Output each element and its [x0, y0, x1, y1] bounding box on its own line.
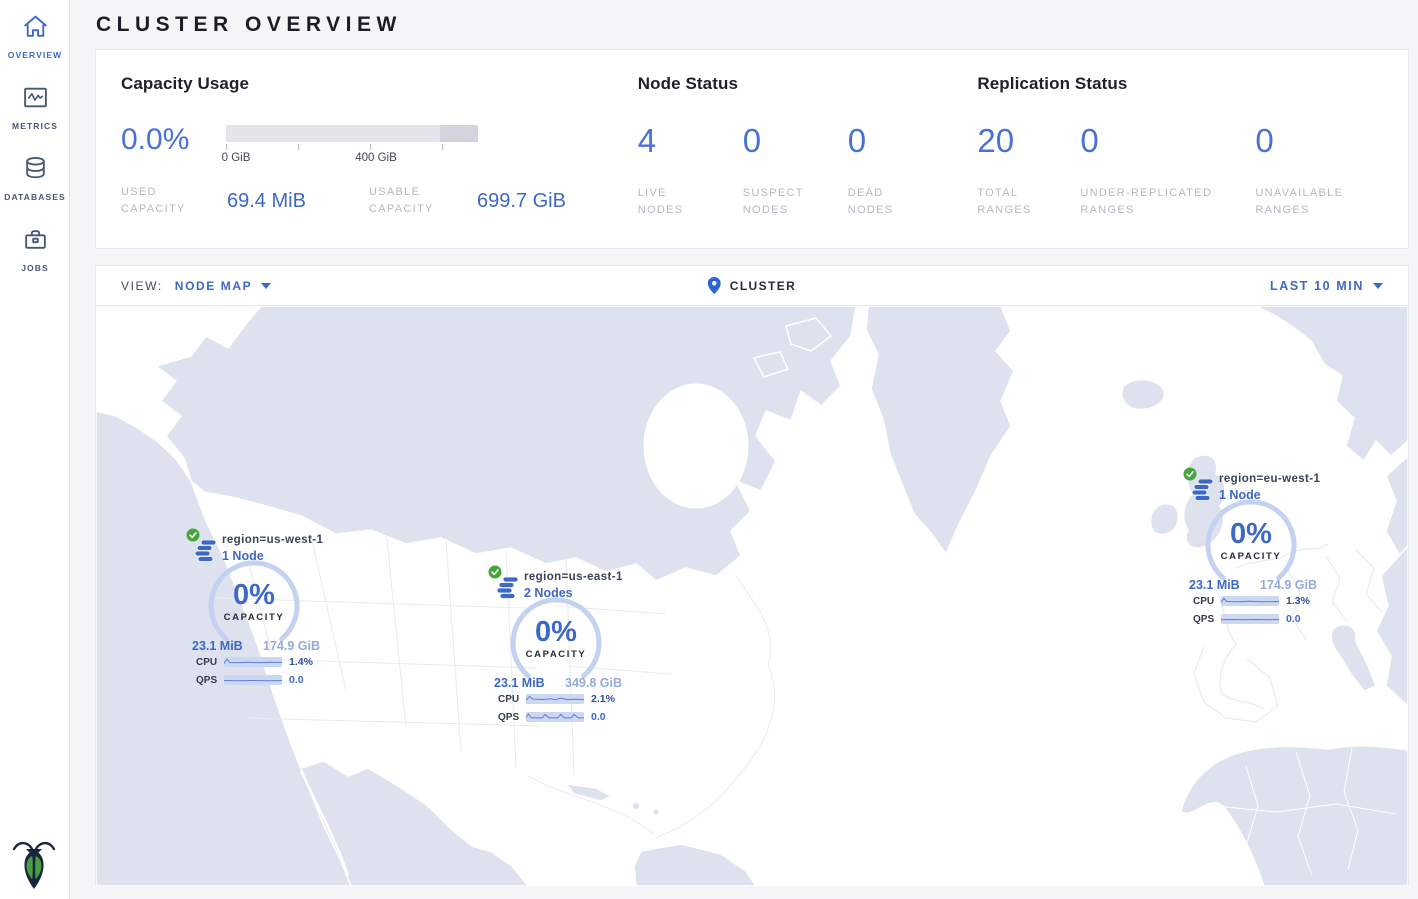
dead-nodes-stat: 0 DEAD NODES	[848, 124, 953, 219]
capacity-bar-ticks	[226, 142, 478, 150]
database-icon	[22, 155, 49, 182]
capacity-usage-section: Capacity Usage 0.0% 0 GiB 400 GiB	[121, 74, 638, 248]
live-nodes-stat: 4 LIVE NODES	[638, 124, 743, 219]
node-marker-us-west-1[interactable]: region=us-west-1 1 Node 0% CAPACITY 23.1…	[186, 528, 336, 693]
map-pin-icon	[708, 277, 721, 294]
node-status-heading: Node Status	[638, 74, 978, 94]
cluster-summary-card: Capacity Usage 0.0% 0 GiB 400 GiB	[95, 49, 1409, 249]
cpu-value: 2.1%	[591, 693, 615, 705]
node-used-capacity: 23.1 MiB	[494, 676, 545, 690]
capacity-tick-label-mid: 400 GiB	[355, 152, 397, 164]
gauge-percent: 0%	[1203, 518, 1299, 550]
chevron-down-icon	[261, 283, 271, 289]
cpu-label: CPU	[196, 657, 224, 668]
cpu-sparkline	[1221, 596, 1279, 606]
sidebar-item-label: DATABASES	[0, 192, 70, 202]
view-label: VIEW:	[121, 279, 163, 293]
gauge-percent: 0%	[508, 616, 604, 648]
node-map: region=us-west-1 1 Node 0% CAPACITY 23.1…	[96, 306, 1408, 886]
map-toolbar: VIEW: NODE MAP CLUSTER LAST 10 MIN	[96, 266, 1408, 306]
qps-label: QPS	[498, 712, 526, 723]
sidebar-item-databases[interactable]: DATABASES	[0, 142, 70, 213]
sidebar-item-metrics[interactable]: METRICS	[0, 71, 70, 142]
node-status-section: Node Status 4 LIVE NODES 0 SUSPECT NODES…	[638, 74, 978, 248]
qps-value: 0.0	[1286, 613, 1301, 625]
region-label: region=eu-west-1	[1219, 473, 1320, 485]
capacity-used-percent: 0.0%	[121, 124, 226, 156]
capacity-tick-label-start: 0 GiB	[222, 152, 251, 164]
total-ranges-stat: 20 TOTAL RANGES	[977, 124, 1080, 219]
node-total-capacity: 174.9 GiB	[263, 639, 320, 653]
replication-status-heading: Replication Status	[977, 74, 1408, 94]
chevron-down-icon	[1373, 283, 1383, 289]
capacity-bar-end-segment	[440, 125, 478, 142]
page-title: CLUSTER OVERVIEW	[70, 0, 1418, 49]
node-total-capacity: 174.9 GiB	[1260, 578, 1317, 592]
cpu-value: 1.4%	[289, 656, 313, 668]
used-capacity-value: 69.4 MiB	[227, 190, 349, 213]
usable-capacity-label: USABLE CAPACITY	[369, 184, 461, 218]
used-capacity-label: USED CAPACITY	[121, 184, 211, 218]
cpu-sparkline	[526, 694, 584, 704]
breadcrumb-cluster: CLUSTER	[730, 279, 796, 293]
sidebar-item-label: OVERVIEW	[0, 50, 70, 60]
sidebar-item-overview[interactable]: OVERVIEW	[0, 0, 70, 71]
cpu-label: CPU	[1193, 596, 1221, 607]
capacity-bar: 0 GiB 400 GiB	[226, 125, 478, 165]
gauge-percent: 0%	[206, 579, 302, 611]
qps-label: QPS	[1193, 614, 1221, 625]
unavailable-ranges-stat: 0 UNAVAILABLE RANGES	[1255, 124, 1405, 219]
under-replicated-ranges-stat: 0 UNDER-REPLICATED RANGES	[1080, 124, 1255, 219]
region-label: region=us-west-1	[222, 534, 323, 546]
capacity-usage-heading: Capacity Usage	[121, 74, 638, 94]
sidebar: OVERVIEW METRICS DATABASES	[0, 0, 70, 899]
gauge-caption: CAPACITY	[206, 612, 302, 623]
main-content: CLUSTER OVERVIEW Capacity Usage 0.0% 0 G…	[70, 0, 1418, 886]
node-marker-us-east-1[interactable]: region=us-east-1 2 Nodes 0% CAPACITY 23.…	[488, 565, 638, 730]
cpu-value: 1.3%	[1286, 595, 1310, 607]
qps-label: QPS	[196, 675, 224, 686]
qps-sparkline	[1221, 614, 1279, 624]
home-icon	[22, 13, 49, 40]
cockroachdb-logo	[11, 837, 57, 893]
region-label: region=us-east-1	[524, 571, 623, 583]
node-map-card: VIEW: NODE MAP CLUSTER LAST 10 MIN	[95, 265, 1409, 886]
node-total-capacity: 349.8 GiB	[565, 676, 622, 690]
qps-value: 0.0	[289, 674, 304, 686]
briefcase-icon	[22, 226, 49, 253]
qps-value: 0.0	[591, 711, 606, 723]
time-range-dropdown[interactable]: LAST 10 MIN	[1270, 279, 1383, 293]
qps-sparkline	[526, 712, 584, 722]
sidebar-item-label: METRICS	[0, 121, 70, 131]
node-used-capacity: 23.1 MiB	[192, 639, 243, 653]
usable-capacity-value: 699.7 GiB	[477, 190, 566, 213]
cpu-sparkline	[224, 657, 282, 667]
replication-status-section: Replication Status 20 TOTAL RANGES 0 UND…	[977, 74, 1408, 248]
node-used-capacity: 23.1 MiB	[1189, 578, 1240, 592]
qps-sparkline	[224, 675, 282, 685]
gauge-caption: CAPACITY	[508, 649, 604, 660]
gauge-caption: CAPACITY	[1203, 551, 1299, 562]
metrics-icon	[22, 84, 49, 111]
cpu-label: CPU	[498, 694, 526, 705]
sidebar-item-jobs[interactable]: JOBS	[0, 213, 70, 284]
view-selector-dropdown[interactable]: NODE MAP	[175, 279, 271, 293]
sidebar-item-label: JOBS	[0, 263, 70, 273]
suspect-nodes-stat: 0 SUSPECT NODES	[743, 124, 848, 219]
node-marker-eu-west-1[interactable]: region=eu-west-1 1 Node 0% CAPACITY 23.1…	[1183, 467, 1333, 632]
